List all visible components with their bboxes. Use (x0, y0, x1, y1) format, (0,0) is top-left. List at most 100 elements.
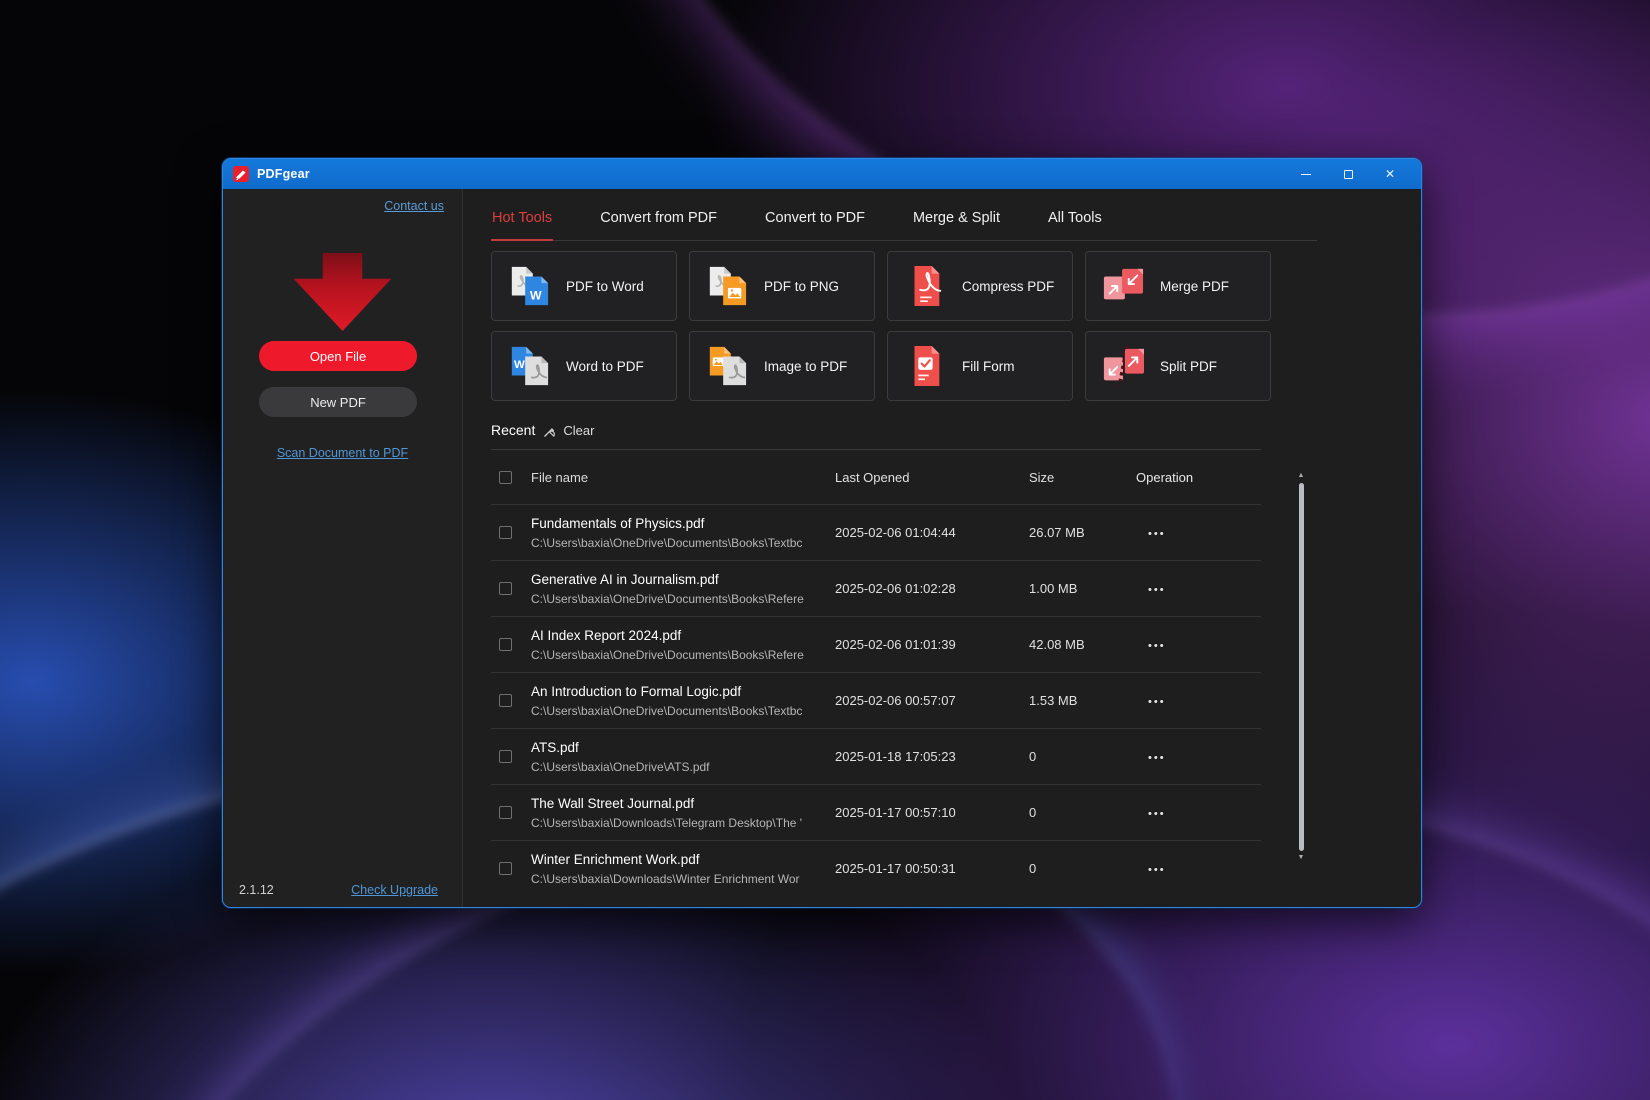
row-checkbox[interactable] (499, 694, 512, 707)
file-path: C:\Users\baxia\OneDrive\Documents\Books\… (531, 592, 831, 606)
open-file-button[interactable]: Open File (259, 341, 417, 371)
table-row[interactable]: An Introduction to Formal Logic.pdf C:\U… (491, 672, 1261, 728)
row-checkbox[interactable] (499, 750, 512, 763)
row-operations-menu[interactable]: ••• (1148, 864, 1166, 876)
new-pdf-button[interactable]: New PDF (259, 387, 417, 417)
recent-section-title: Recent (491, 422, 535, 438)
tool-icon (704, 265, 750, 307)
tab-hot-tools[interactable]: Hot Tools (491, 210, 553, 241)
tool-card-pdf-to-word[interactable]: PDF to Word (491, 251, 677, 321)
last-opened: 2025-01-17 00:57:10 (831, 805, 1021, 820)
column-header-file-name: File name (531, 470, 831, 485)
table-row[interactable]: Generative AI in Journalism.pdf C:\Users… (491, 560, 1261, 616)
file-path: C:\Users\baxia\OneDrive\Documents\Books\… (531, 704, 831, 718)
column-header-last-opened: Last Opened (831, 470, 1021, 485)
last-opened: 2025-02-06 01:01:39 (831, 637, 1021, 652)
table-row[interactable]: AI Index Report 2024.pdf C:\Users\baxia\… (491, 616, 1261, 672)
file-name: An Introduction to Formal Logic.pdf (531, 684, 831, 699)
file-size: 42.08 MB (1021, 637, 1136, 652)
app-version: 2.1.12 (239, 883, 274, 897)
tab-label: Merge & Split (913, 210, 1000, 226)
tab-all-tools[interactable]: All Tools (1047, 210, 1103, 241)
row-checkbox[interactable] (499, 806, 512, 819)
tool-label: Image to PDF (764, 359, 847, 374)
tab-convert-from-pdf[interactable]: Convert from PDF (599, 210, 718, 241)
pdfgear-window: PDFgear ✕ Contact us Open File New PDF S… (222, 158, 1422, 908)
row-checkbox[interactable] (499, 638, 512, 651)
contact-us-link[interactable]: Contact us (384, 199, 444, 213)
row-operations-menu[interactable]: ••• (1148, 584, 1166, 596)
file-size: 0 (1021, 749, 1136, 764)
scan-document-link[interactable]: Scan Document to PDF (223, 446, 462, 460)
recent-files-table: File name Last Opened Size Operation Fun… (491, 449, 1261, 896)
tab-merge-split[interactable]: Merge & Split (912, 210, 1001, 241)
scroll-up-icon[interactable]: ▲ (1298, 471, 1305, 481)
tool-card-pdf-to-png[interactable]: PDF to PNG (689, 251, 875, 321)
table-body: Fundamentals of Physics.pdf C:\Users\bax… (491, 504, 1261, 896)
tool-icon (902, 345, 948, 387)
tool-card-word-to-pdf[interactable]: Word to PDF (491, 331, 677, 401)
tool-icon (1100, 345, 1146, 387)
column-header-operation: Operation (1136, 470, 1246, 485)
minimize-button[interactable] (1285, 159, 1327, 189)
select-all-checkbox[interactable] (499, 471, 512, 484)
row-operations-menu[interactable]: ••• (1148, 808, 1166, 820)
tabs-bar: Hot Tools Convert from PDF Convert to PD… (491, 189, 1317, 241)
tool-label: Split PDF (1160, 359, 1217, 374)
tool-label: PDF to PNG (764, 279, 839, 294)
file-path: C:\Users\baxia\Downloads\Telegram Deskto… (531, 816, 831, 830)
file-path: C:\Users\baxia\Downloads\Winter Enrichme… (531, 872, 831, 886)
tool-icon (506, 345, 552, 387)
row-operations-menu[interactable]: ••• (1148, 640, 1166, 652)
maximize-button[interactable] (1327, 159, 1369, 189)
file-name: Generative AI in Journalism.pdf (531, 572, 831, 587)
table-row[interactable]: ATS.pdf C:\Users\baxia\OneDrive\ATS.pdf … (491, 728, 1261, 784)
last-opened: 2025-02-06 01:04:44 (831, 525, 1021, 540)
close-button[interactable]: ✕ (1369, 159, 1411, 189)
main-area: Hot Tools Convert from PDF Convert to PD… (463, 189, 1421, 908)
file-name: AI Index Report 2024.pdf (531, 628, 831, 643)
file-name: ATS.pdf (531, 740, 831, 755)
app-logo-icon (233, 166, 249, 182)
tab-convert-to-pdf[interactable]: Convert to PDF (764, 210, 866, 241)
file-path: C:\Users\baxia\OneDrive\ATS.pdf (531, 760, 831, 774)
clear-label: Clear (563, 423, 594, 438)
table-row[interactable]: Winter Enrichment Work.pdf C:\Users\baxi… (491, 840, 1261, 896)
sidebar: Contact us Open File New PDF Scan Docume… (223, 189, 463, 908)
file-size: 26.07 MB (1021, 525, 1136, 540)
last-opened: 2025-02-06 00:57:07 (831, 693, 1021, 708)
row-operations-menu[interactable]: ••• (1148, 528, 1166, 540)
tool-card-merge-pdf[interactable]: Merge PDF (1085, 251, 1271, 321)
file-size: 0 (1021, 805, 1136, 820)
scroll-down-icon[interactable]: ▼ (1298, 853, 1305, 863)
check-upgrade-link[interactable]: Check Upgrade (351, 883, 438, 897)
titlebar[interactable]: PDFgear ✕ (223, 159, 1421, 189)
row-checkbox[interactable] (499, 862, 512, 875)
last-opened: 2025-02-06 01:02:28 (831, 581, 1021, 596)
scrollbar[interactable]: ▲ ▼ (1296, 471, 1306, 863)
row-checkbox[interactable] (499, 582, 512, 595)
file-name: Winter Enrichment Work.pdf (531, 852, 831, 867)
tool-card-image-to-pdf[interactable]: Image to PDF (689, 331, 875, 401)
tool-card-fill-form[interactable]: Fill Form (887, 331, 1073, 401)
window-title: PDFgear (257, 167, 310, 181)
tool-label: Word to PDF (566, 359, 644, 374)
file-size: 0 (1021, 861, 1136, 876)
file-path: C:\Users\baxia\OneDrive\Documents\Books\… (531, 648, 831, 662)
table-row[interactable]: The Wall Street Journal.pdf C:\Users\bax… (491, 784, 1261, 840)
tool-card-compress-pdf[interactable]: Compress PDF (887, 251, 1073, 321)
row-checkbox[interactable] (499, 526, 512, 539)
tool-label: Merge PDF (1160, 279, 1229, 294)
broom-icon (543, 423, 558, 438)
desktop-wallpaper: PDFgear ✕ Contact us Open File New PDF S… (0, 0, 1650, 1100)
tool-card-split-pdf[interactable]: Split PDF (1085, 331, 1271, 401)
scrollbar-thumb[interactable] (1299, 483, 1304, 851)
row-operations-menu[interactable]: ••• (1148, 752, 1166, 764)
table-row[interactable]: Fundamentals of Physics.pdf C:\Users\bax… (491, 504, 1261, 560)
tools-grid: PDF to Word PDF to PNG Compress PDF (491, 251, 1421, 401)
maximize-icon (1344, 170, 1353, 179)
close-icon: ✕ (1385, 168, 1395, 180)
row-operations-menu[interactable]: ••• (1148, 696, 1166, 708)
file-size: 1.00 MB (1021, 581, 1136, 596)
clear-recent-button[interactable]: Clear (543, 423, 594, 438)
